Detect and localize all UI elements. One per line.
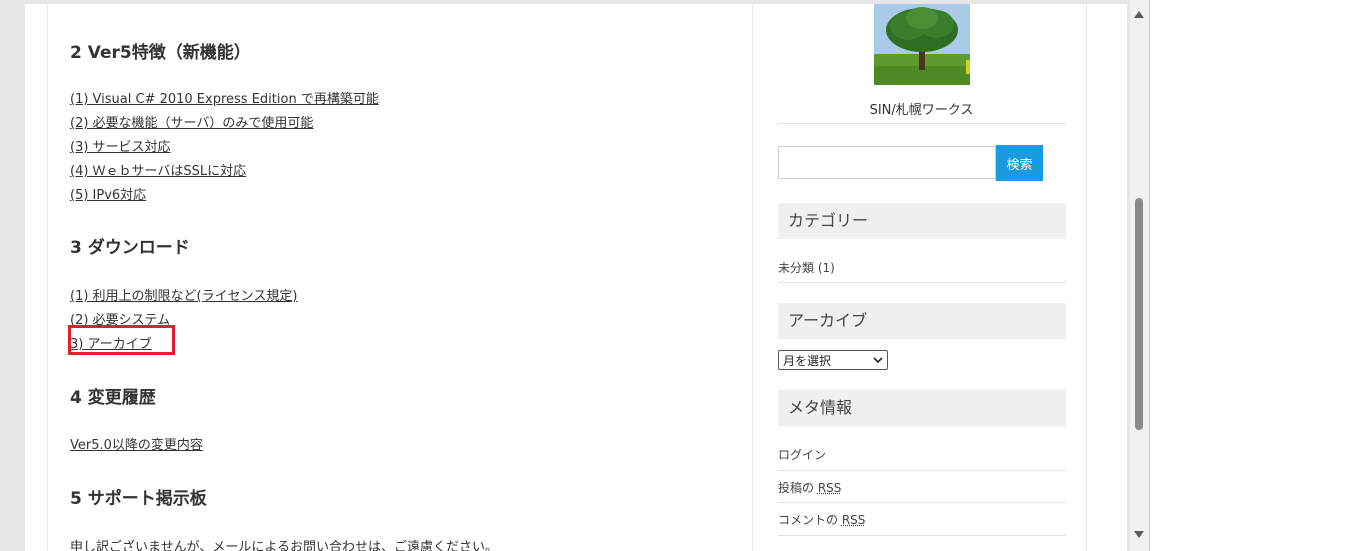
heading-history: 4 変更履歴 (70, 388, 156, 408)
rss-abbr: RSS (841, 513, 866, 527)
support-notice: 申し訳ございませんが、メールによるお問い合わせは、ご遠慮ください。 (70, 540, 498, 551)
site-name: SIN/札幌ワークス (869, 103, 974, 118)
link-feature-2[interactable]: (2) 必要な機能（サーバ）のみで使用可能 (70, 112, 313, 131)
vertical-scrollbar[interactable] (1130, 0, 1148, 551)
sidebar: SIN/札幌ワークス 検索 カテゴリー 未分類 (1) アーカイブ 月を選択 メ… (756, 4, 1087, 551)
search-button[interactable]: 検索 (996, 145, 1043, 181)
divider (778, 535, 1066, 536)
browser-viewport: 2 Ver5特徴（新機能） (1) Visual C# 2010 Express… (0, 0, 1150, 551)
comments-rss-prefix: コメントの (778, 513, 842, 527)
site-logo-tree-image (874, 4, 970, 85)
web-page: 2 Ver5特徴（新機能） (1) Visual C# 2010 Express… (25, 4, 1127, 551)
categories-title: カテゴリー (778, 203, 1066, 239)
scroll-down-arrow-icon[interactable] (1134, 531, 1144, 538)
divider (778, 502, 1066, 503)
link-feature-3[interactable]: (3) サービス対応 (70, 136, 171, 155)
category-count: (1) (817, 261, 835, 275)
login-link[interactable]: ログイン (778, 446, 826, 463)
select-value: 月を選択 (783, 353, 832, 368)
posts-rss-link[interactable]: 投稿の RSS (778, 479, 841, 496)
divider (778, 282, 1066, 283)
highlight-box (68, 325, 175, 355)
link-feature-1[interactable]: (1) Visual C# 2010 Express Edition で再構築可… (70, 88, 379, 107)
archive-month-select[interactable]: 月を選択 (778, 350, 888, 370)
link-license[interactable]: (1) 利用上の制限など(ライセンス規定) (70, 285, 297, 304)
heading-features: 2 Ver5特徴（新機能） (70, 43, 251, 63)
comments-rss-link[interactable]: コメントの RSS (778, 511, 865, 528)
divider (778, 470, 1066, 471)
link-change-history[interactable]: Ver5.0以降の変更内容 (70, 434, 203, 453)
scrollbar-thumb[interactable] (1135, 198, 1143, 430)
heading-download: 3 ダウンロード (70, 238, 190, 258)
category-item: 未分類 (1) (778, 259, 835, 276)
heading-support: 5 サポート掲示板 (70, 489, 207, 509)
link-feature-4[interactable]: (4) ＷｅｂサーバはSSLに対応 (70, 160, 246, 179)
main-content: 2 Ver5特徴（新機能） (1) Visual C# 2010 Express… (47, 4, 753, 551)
category-link-uncategorized[interactable]: 未分類 (778, 261, 814, 275)
posts-rss-prefix: 投稿の (778, 481, 818, 495)
search-input[interactable] (778, 146, 996, 179)
chevron-down-icon (873, 353, 883, 367)
link-feature-5[interactable]: (5) IPv6対応 (70, 184, 146, 203)
divider (778, 123, 1066, 124)
archives-title: アーカイブ (778, 303, 1066, 339)
rss-abbr: RSS (817, 481, 842, 495)
meta-title: メタ情報 (778, 390, 1066, 426)
scroll-up-arrow-icon[interactable] (1134, 11, 1144, 18)
